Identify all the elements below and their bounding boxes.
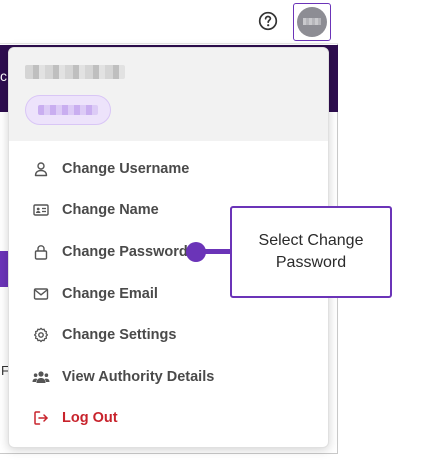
menu-item-label: Change Email: [62, 285, 158, 302]
menu-item-log-out[interactable]: Log Out: [9, 398, 328, 440]
role-text-redacted: [38, 105, 98, 115]
menu-item-label: Log Out: [62, 410, 118, 427]
lock-icon: [32, 243, 50, 261]
avatar-initials-redacted: [303, 18, 321, 25]
question-circle-icon: [258, 11, 278, 31]
menu-item-label: Change Name: [62, 202, 159, 219]
background-button-edge: [0, 251, 8, 287]
instruction-callout: Select Change Password: [230, 206, 392, 298]
banner-text-fragment: c: [0, 68, 7, 84]
envelope-icon: [32, 285, 50, 303]
callout-pointer-dot: [186, 242, 206, 262]
avatar: [297, 7, 327, 37]
user-icon: [32, 160, 50, 178]
callout-text: Select Change Password: [258, 232, 364, 271]
menu-item-change-username[interactable]: Change Username: [9, 148, 328, 190]
logout-icon: [32, 409, 50, 427]
help-button[interactable]: [258, 11, 278, 31]
menu-item-label: Change Password: [62, 243, 188, 260]
user-name-redacted: [25, 65, 125, 79]
user-avatar-button[interactable]: [293, 3, 331, 41]
menu-item-label: Change Settings: [62, 327, 177, 344]
gear-icon: [32, 326, 50, 344]
menu-item-view-authority-details[interactable]: View Authority Details: [9, 356, 328, 398]
user-info-header: [9, 48, 328, 141]
menu-item-change-settings[interactable]: Change Settings: [9, 314, 328, 356]
users-icon: [32, 368, 50, 386]
menu-item-label: Change Username: [62, 160, 190, 177]
top-bar: [0, 0, 338, 44]
role-badge: [25, 95, 111, 125]
menu-item-label: View Authority Details: [62, 368, 215, 385]
id-card-icon: [32, 201, 50, 219]
